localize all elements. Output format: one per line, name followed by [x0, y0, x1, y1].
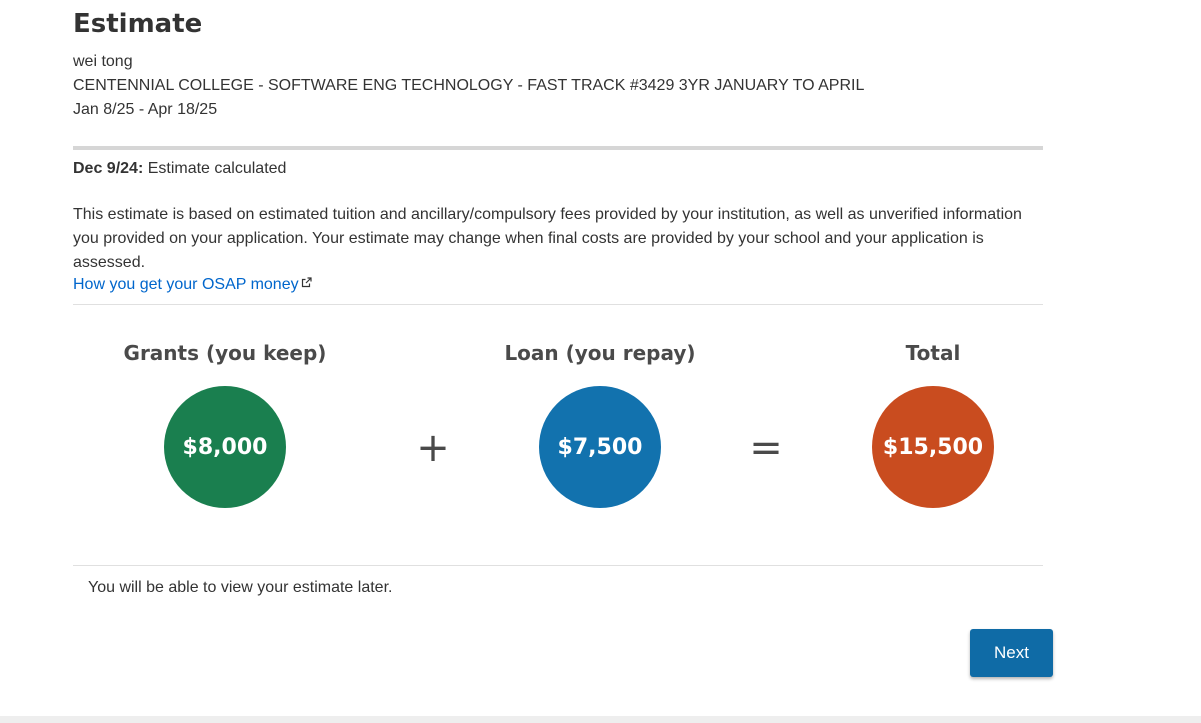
total-column: Total $15,500	[783, 335, 1083, 508]
total-label: Total	[905, 341, 961, 365]
student-name: wei tong	[73, 53, 133, 70]
loan-amount-circle: $7,500	[539, 386, 661, 508]
study-period: Jan 8/25 - Apr 18/25	[73, 101, 218, 118]
calculation-date: Dec 9/24:	[73, 160, 144, 177]
calculation-status: Dec 9/24: Estimate calculated	[73, 159, 286, 179]
section-divider	[73, 146, 1043, 150]
divider-bottom	[73, 565, 1043, 566]
loan-column: Loan (you repay) $7,500	[450, 335, 750, 508]
grants-amount: $8,000	[182, 434, 268, 460]
osap-money-link-label: How you get your OSAP money	[73, 276, 299, 293]
calculation-status-text: Estimate calculated	[143, 160, 287, 177]
footer-bar	[0, 716, 1201, 723]
loan-amount: $7,500	[557, 434, 643, 460]
next-button[interactable]: Next	[970, 629, 1053, 677]
total-amount: $15,500	[882, 434, 984, 460]
divider-top	[73, 304, 1043, 305]
total-amount-circle: $15,500	[872, 386, 994, 508]
view-later-note: You will be able to view your estimate l…	[88, 579, 393, 596]
estimate-page: Estimate wei tong CENTENNIAL COLLEGE - S…	[0, 0, 1201, 723]
grants-column: Grants (you keep) $8,000	[75, 335, 375, 508]
page-title: Estimate	[73, 9, 203, 39]
external-link-icon	[301, 273, 312, 295]
program-name: CENTENNIAL COLLEGE - SOFTWARE ENG TECHNO…	[73, 77, 865, 94]
loan-label: Loan (you repay)	[504, 341, 696, 365]
estimate-description: This estimate is based on estimated tuit…	[73, 206, 1022, 271]
grants-label: Grants (you keep)	[123, 341, 327, 365]
grants-amount-circle: $8,000	[164, 386, 286, 508]
osap-money-link[interactable]: How you get your OSAP money	[73, 274, 312, 296]
